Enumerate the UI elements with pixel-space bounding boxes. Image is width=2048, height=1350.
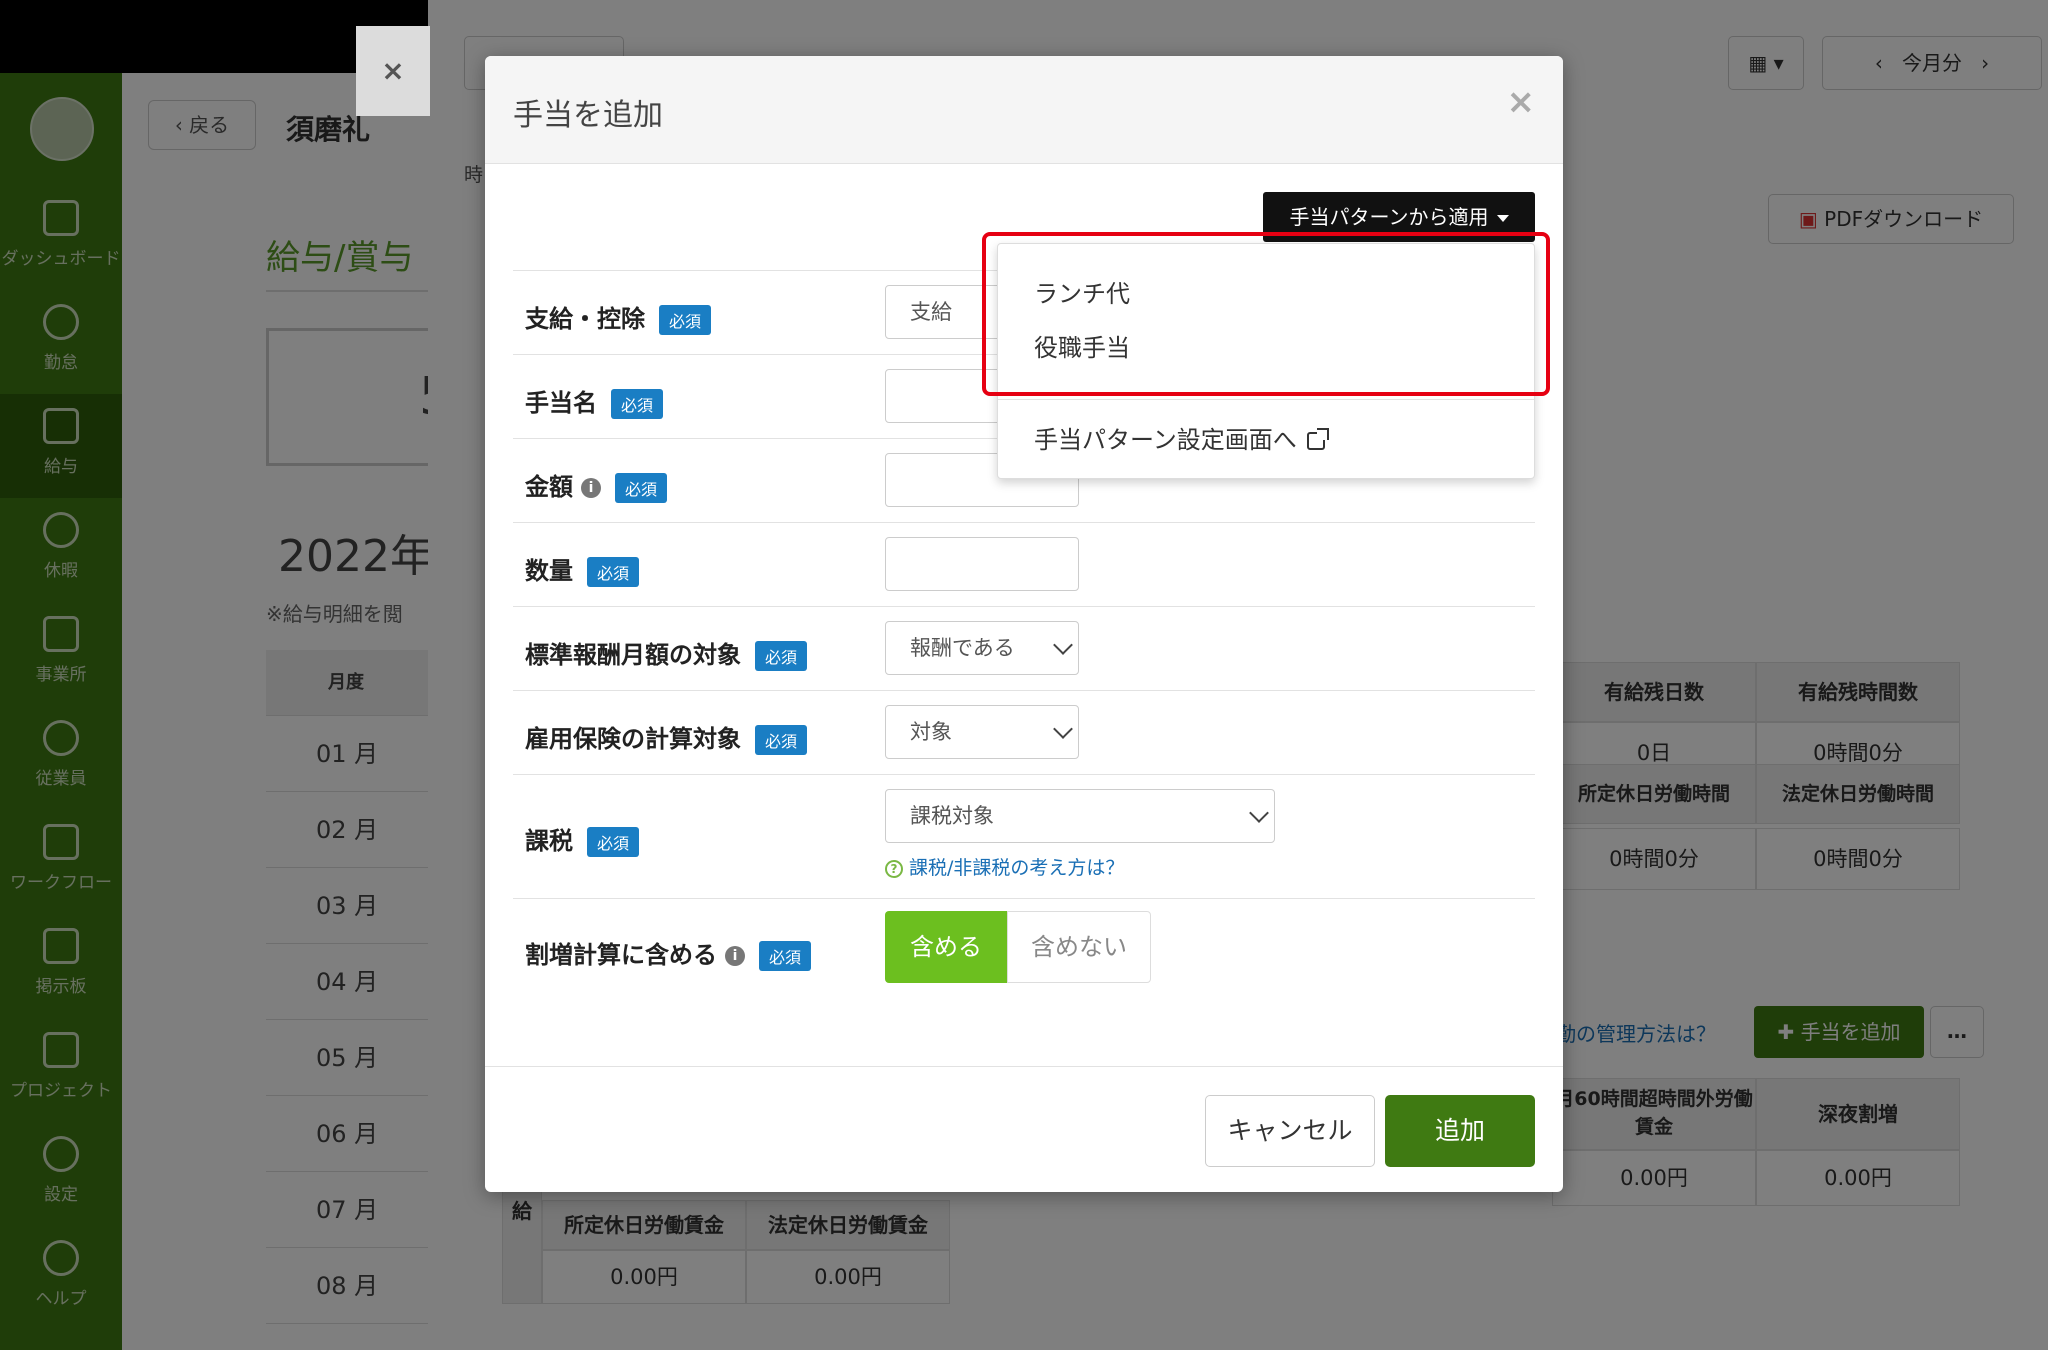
- required-badge: 必須: [615, 473, 668, 503]
- panel-close-button[interactable]: ×: [356, 26, 430, 116]
- required-badge: 必須: [755, 725, 808, 755]
- caret-down-icon: [1496, 215, 1509, 222]
- question-icon: ?: [885, 859, 903, 878]
- field-label: 雇用保険の計算対象 必須: [525, 719, 808, 755]
- pattern-settings-link[interactable]: 手当パターン設定画面へ: [1034, 420, 1329, 455]
- form-row-taxation: 課税 必須 課税対象 ? 課税/非課税の考え方は？: [513, 774, 1535, 898]
- cancel-button[interactable]: キャンセル: [1205, 1095, 1375, 1167]
- required-badge: 必須: [659, 305, 712, 335]
- standard-remuneration-select[interactable]: 報酬である: [885, 621, 1079, 675]
- modal-footer: キャンセル 追加: [485, 1066, 1563, 1192]
- required-badge: 必須: [755, 641, 808, 671]
- taxation-select[interactable]: 課税対象: [885, 789, 1275, 843]
- external-link-icon: [1306, 428, 1329, 450]
- taxation-help-link[interactable]: ? 課税/非課税の考え方は？: [885, 853, 1124, 880]
- field-label: 数量 必須: [525, 551, 640, 587]
- required-badge: 必須: [587, 827, 640, 857]
- required-badge: 必須: [611, 389, 664, 419]
- include-toggle-on[interactable]: 含める: [885, 911, 1007, 983]
- info-icon[interactable]: i: [725, 946, 745, 966]
- highlight-annotation: [982, 232, 1550, 396]
- field-label: 割増計算に含める i 必須: [525, 935, 812, 971]
- add-button[interactable]: 追加: [1385, 1095, 1535, 1167]
- field-label: 金額 i 必須: [525, 467, 668, 503]
- include-toggle-off[interactable]: 含めない: [1007, 911, 1151, 983]
- field-label: 手当名 必須: [525, 383, 664, 419]
- info-icon[interactable]: i: [581, 478, 601, 498]
- modal-close-icon[interactable]: ×: [1507, 82, 1536, 122]
- quantity-input[interactable]: [885, 537, 1079, 591]
- required-badge: 必須: [759, 941, 812, 971]
- required-badge: 必須: [587, 557, 640, 587]
- field-label: 課税 必須: [525, 821, 640, 857]
- form-row-employment-insurance: 雇用保険の計算対象 必須 対象: [513, 690, 1535, 774]
- chevron-down-icon: [1053, 635, 1073, 655]
- form-row-overtime: 割増計算に含める i 必須 含める 含めない: [513, 898, 1535, 1002]
- form-row-quantity: 数量 必須: [513, 522, 1535, 606]
- employment-insurance-select[interactable]: 対象: [885, 705, 1079, 759]
- form-row-standard-remuneration: 標準報酬月額の対象 必須 報酬である: [513, 606, 1535, 690]
- modal-title: 手当を追加: [513, 98, 663, 133]
- chevron-down-icon: [1249, 803, 1269, 823]
- field-label: 標準報酬月額の対象 必須: [525, 635, 808, 671]
- dropdown-divider: [998, 399, 1534, 400]
- field-label: 支給・控除 必須: [525, 299, 712, 335]
- add-allowance-modal: 手当を追加 × 手当パターンから適用 支給・控除 必須 支給 手当名 必須 金額 i 必…: [485, 56, 1563, 1192]
- modal-header: 手当を追加 ×: [485, 56, 1563, 164]
- chevron-down-icon: [1053, 719, 1073, 739]
